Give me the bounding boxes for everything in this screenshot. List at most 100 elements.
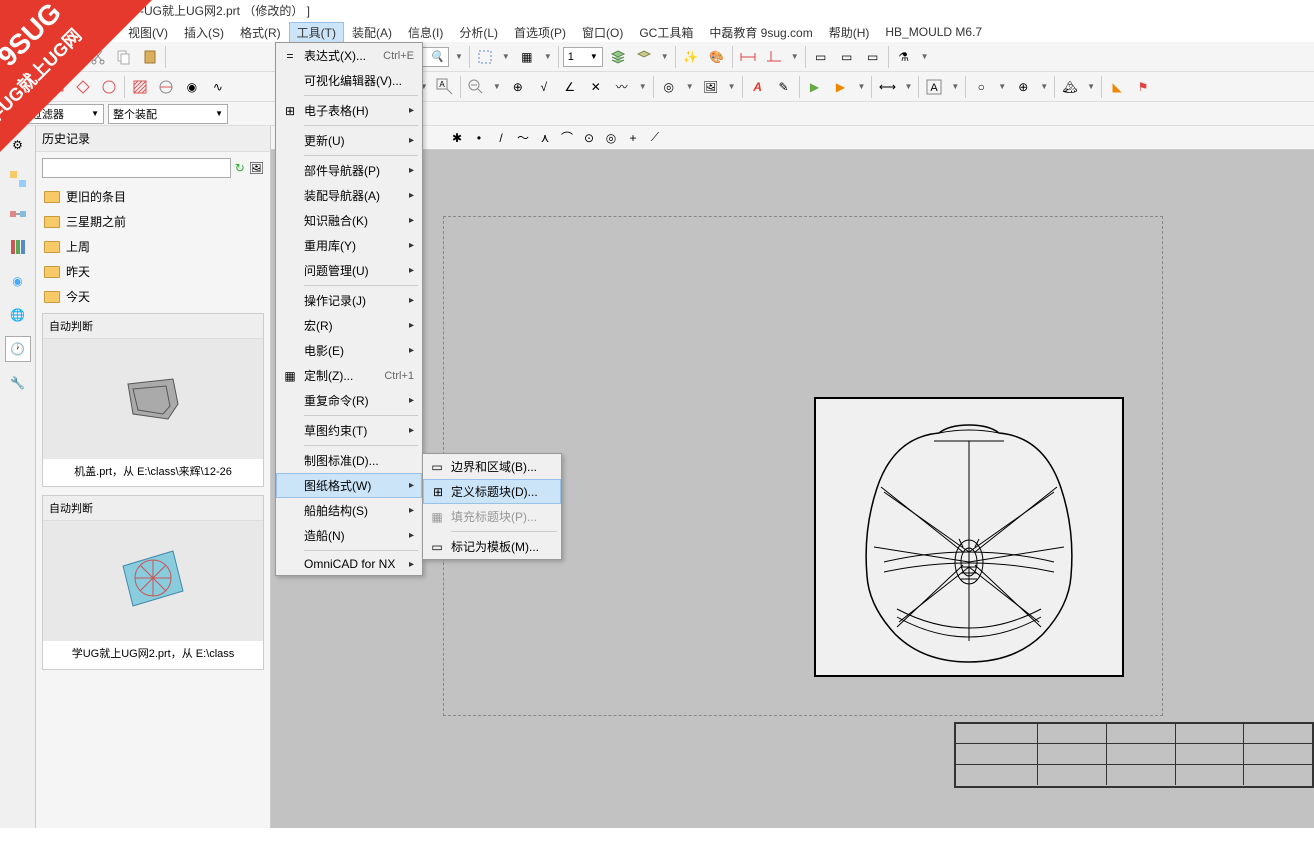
title-block-table[interactable] (954, 722, 1314, 788)
dropdown-arrow-icon[interactable]: ▼ (726, 82, 738, 91)
open-file-icon[interactable] (30, 46, 52, 68)
menu-oprec[interactable]: 操作记录(J)▸ (276, 288, 422, 313)
delete-icon[interactable]: ✕ (4, 76, 26, 98)
edit-a-icon[interactable]: ✎ (773, 76, 795, 98)
folder-older[interactable]: 更旧的条目 (42, 184, 264, 209)
menu-window[interactable]: 窗口(O) (574, 22, 631, 43)
cross-icon[interactable]: ✕ (585, 76, 607, 98)
dropdown-arrow-icon[interactable]: ▼ (659, 52, 671, 61)
menu-format[interactable]: 格式(R) (232, 22, 289, 43)
curve-icon[interactable]: 〰 (611, 76, 633, 98)
menu-gc-toolbox[interactable]: GC工具箱 (631, 22, 701, 43)
diamond-icon[interactable] (72, 76, 94, 98)
layers-icon[interactable] (607, 46, 629, 68)
history-search-input[interactable] (42, 158, 231, 178)
flag-icon[interactable]: ⚑ (1132, 76, 1154, 98)
dropdown-arrow-icon[interactable]: ▼ (30, 82, 42, 91)
annotation-icon[interactable]: A (434, 76, 456, 98)
view-icon[interactable]: ▦ (516, 46, 538, 68)
angle-icon[interactable]: ∠ (559, 76, 581, 98)
scale-input[interactable]: 1▼ (563, 47, 603, 67)
flask-icon[interactable]: ⚗ (893, 46, 915, 68)
dropdown-arrow-icon[interactable]: ▼ (491, 82, 503, 91)
menu-shipbuild[interactable]: 造船(N)▸ (276, 523, 422, 548)
dropdown-arrow-icon[interactable]: ▼ (789, 52, 801, 61)
folder-yesterday[interactable]: 昨天 (42, 259, 264, 284)
line-icon[interactable]: / (491, 128, 511, 148)
datum-icon[interactable]: ⊕ (507, 76, 529, 98)
menu-info[interactable]: 信息(I) (400, 22, 451, 43)
crosshair-icon[interactable]: ⊕ (1012, 76, 1034, 98)
dropdown-arrow-icon[interactable]: ▼ (684, 82, 696, 91)
axis-icon[interactable]: ⋏ (535, 128, 555, 148)
hatch-icon[interactable] (129, 76, 151, 98)
menu-analysis[interactable]: 分析(L) (451, 22, 506, 43)
thumbnail-icon[interactable]: 🖼 (249, 161, 264, 175)
spline-icon[interactable]: ∿ (207, 76, 229, 98)
new-file-icon[interactable] (4, 46, 26, 68)
menu-part-nav[interactable]: 部件导航器(P)▸ (276, 158, 422, 183)
fit-view-icon[interactable] (474, 46, 496, 68)
books-icon[interactable] (5, 234, 31, 260)
dropdown-arrow-icon[interactable]: ▼ (919, 52, 931, 61)
dimension-icon[interactable] (737, 46, 759, 68)
dropdown-arrow-icon[interactable]: ▼ (1038, 82, 1050, 91)
circle-icon[interactable]: ⊙ (579, 128, 599, 148)
menu-update[interactable]: 更新(U)▸ (276, 128, 422, 153)
italic-a-icon[interactable]: A (747, 76, 769, 98)
section-icon[interactable] (155, 76, 177, 98)
dropdown-arrow-icon[interactable]: ▼ (902, 82, 914, 91)
thumbnail-1[interactable]: 自动判断 机盖.prt，从 E:\class\来辉\12-26 (42, 313, 264, 487)
dropdown-arrow-icon[interactable]: ▼ (996, 82, 1008, 91)
drawing-view-frame[interactable] (814, 397, 1124, 677)
cut-icon[interactable] (87, 46, 109, 68)
menu-reuse[interactable]: 重用库(Y)▸ (276, 233, 422, 258)
image-icon[interactable]: 🖼 (700, 76, 722, 98)
sheet-color-icon[interactable]: ▭ (836, 46, 858, 68)
circle-tool-icon[interactable]: ○ (970, 76, 992, 98)
dimension-icon[interactable] (763, 46, 785, 68)
submenu-mark-template[interactable]: ▭标记为模板(M)... (423, 534, 561, 559)
history-clock-icon[interactable]: 🕐 (5, 336, 31, 362)
play-icon[interactable]: ▶ (804, 76, 826, 98)
wand-icon[interactable]: ✨ (680, 46, 702, 68)
dropdown-arrow-icon[interactable]: ▼ (500, 52, 512, 61)
sheet-icon[interactable]: ▭ (810, 46, 832, 68)
menu-drafting-std[interactable]: 制图标准(D)... (276, 448, 422, 473)
thumbnail-2[interactable]: 自动判断 学UG就上UG网2.prt，从 E:\class (42, 495, 264, 669)
menu-hb-mould[interactable]: HB_MOULD M6.7 (877, 23, 990, 41)
edge-icon[interactable]: ⟋ (645, 128, 665, 148)
folder-3weeks[interactable]: 三星期之前 (42, 209, 264, 234)
menu-viz-editor[interactable]: 可视化编辑器(V)... (276, 68, 422, 93)
menu-expression[interactable]: =表达式(X)...Ctrl+E (276, 43, 422, 68)
dropdown-arrow-icon[interactable]: ▼ (949, 82, 961, 91)
copy-icon[interactable] (113, 46, 135, 68)
menu-insert[interactable]: 插入(S) (176, 22, 232, 43)
wifi-info-icon[interactable]: ◉ (5, 268, 31, 294)
menu-macro[interactable]: 宏(R)▸ (276, 313, 422, 338)
arc-icon[interactable]: ⌒ (557, 128, 577, 148)
snap-icon[interactable]: ✱ (447, 128, 467, 148)
menu-problem[interactable]: 问题管理(U)▸ (276, 258, 422, 283)
scenery-icon[interactable]: 🏔 (1059, 76, 1081, 98)
submenu-borders[interactable]: ▭边界和区域(B)... (423, 454, 561, 479)
sheet-icon[interactable]: ▭ (862, 46, 884, 68)
point-icon[interactable]: • (469, 128, 489, 148)
paste-icon[interactable] (139, 46, 161, 68)
dropdown-arrow-icon[interactable]: ▼ (856, 82, 868, 91)
menu-help[interactable]: 帮助(H) (821, 22, 878, 43)
dropdown-arrow-icon[interactable]: ▼ (1085, 82, 1097, 91)
submenu-define-title-block[interactable]: ⊞定义标题块(D)... (423, 479, 561, 504)
text-a-icon[interactable]: A (923, 76, 945, 98)
menu-spreadsheet[interactable]: ⊞电子表格(H)▸ (276, 98, 422, 123)
folder-today[interactable]: 今天 (42, 284, 264, 309)
menu-movie[interactable]: 电影(E)▸ (276, 338, 422, 363)
menu-preferences[interactable]: 首选项(P) (506, 22, 574, 43)
circle-icon[interactable] (98, 76, 120, 98)
triangle-icon[interactable]: ◣ (1106, 76, 1128, 98)
target-icon[interactable]: ◎ (601, 128, 621, 148)
dropdown-arrow-icon[interactable]: ▼ (542, 52, 554, 61)
play-orange-icon[interactable]: ▶ (830, 76, 852, 98)
construction-icon[interactable] (46, 76, 68, 98)
folder-lastweek[interactable]: 上周 (42, 234, 264, 259)
